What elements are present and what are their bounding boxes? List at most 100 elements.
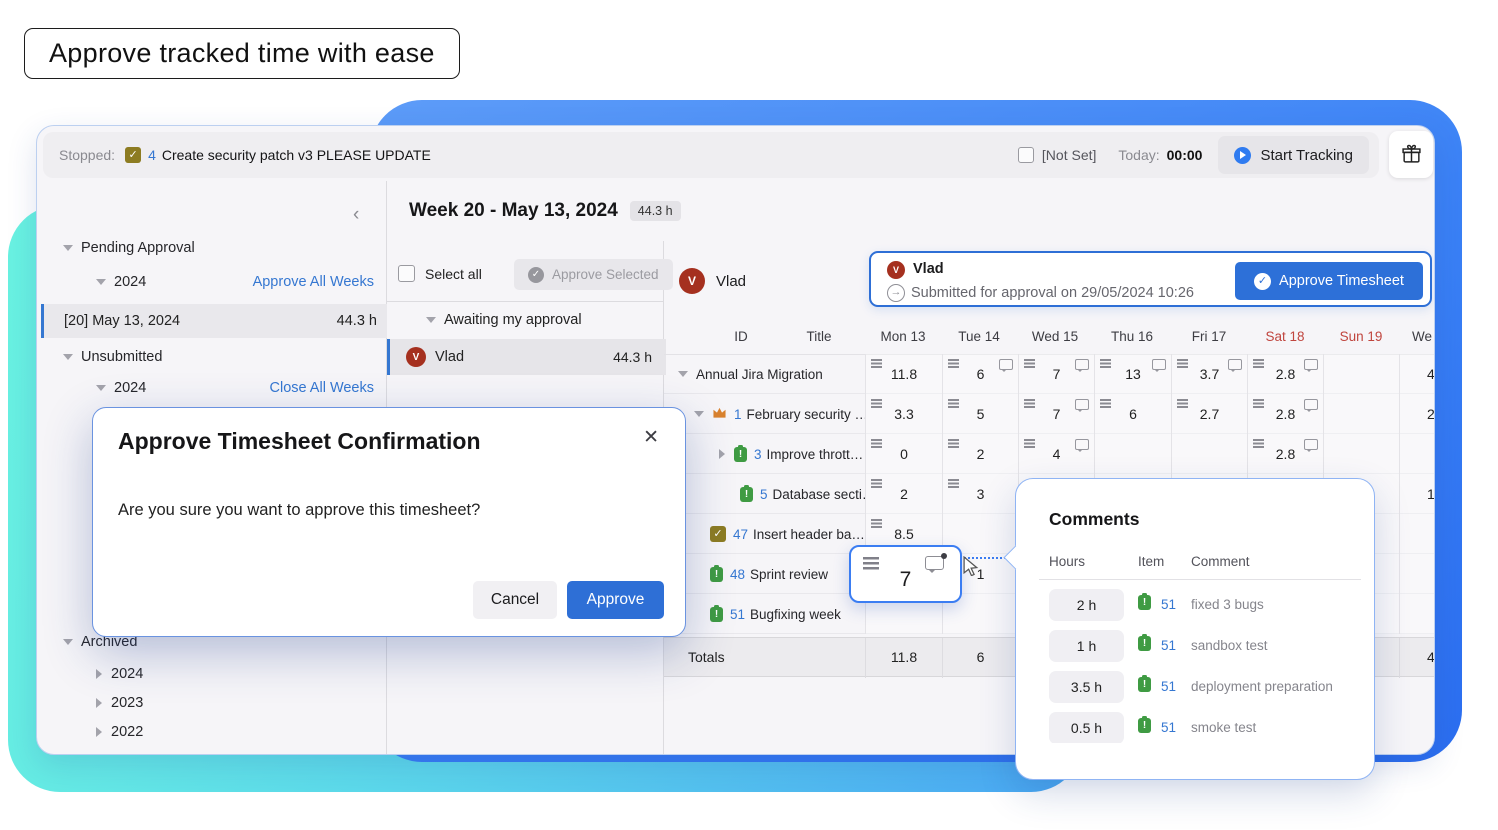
day-cell[interactable]: 2 <box>865 474 942 514</box>
approve-button[interactable]: Approve <box>567 581 664 619</box>
gift-button[interactable] <box>1389 131 1433 178</box>
day-cell[interactable]: 2 <box>942 434 1018 474</box>
row-label[interactable]: Annual Jira Migration <box>664 354 865 394</box>
sidebar-item-pending-2024[interactable]: 2024 Approve All Weeks <box>96 272 374 292</box>
day-cell[interactable]: 2.8 <box>1247 354 1323 394</box>
day-cell[interactable]: 2.8 <box>1247 434 1323 474</box>
year-label: 2023 <box>111 695 143 711</box>
sidebar-year-item[interactable]: 2023 <box>96 693 143 713</box>
aggregate-icon <box>871 479 882 488</box>
day-cell[interactable] <box>1323 354 1399 394</box>
sidebar-item-selected-week[interactable]: [20] May 13, 2024 44.3 h <box>41 304 387 338</box>
play-icon <box>1234 147 1251 164</box>
week-total-cell <box>1399 594 1434 634</box>
item-link[interactable]: 51 <box>1161 638 1176 653</box>
day-cell[interactable]: 6 <box>942 354 1018 394</box>
chevron-down-icon[interactable] <box>96 385 106 391</box>
chevron-down-icon[interactable] <box>63 245 73 251</box>
day-cell[interactable]: 6 <box>1094 394 1171 434</box>
issue-id-link[interactable]: 5 <box>760 487 768 502</box>
task-title[interactable]: Create security patch v3 PLEASE UPDATE <box>162 147 431 163</box>
approve-selected-button[interactable]: ✓ Approve Selected <box>514 259 673 290</box>
day-cell[interactable]: 3.3 <box>865 394 942 434</box>
day-cell[interactable]: 7 <box>1018 394 1094 434</box>
day-cell[interactable] <box>1323 394 1399 434</box>
chevron-down-icon[interactable] <box>678 371 688 377</box>
chevron-down-icon[interactable] <box>96 279 106 285</box>
chevron-right-icon[interactable] <box>96 698 102 708</box>
item-link[interactable]: 51 <box>1161 720 1176 735</box>
today-label: Today: <box>1118 147 1159 163</box>
chevron-right-icon[interactable] <box>96 669 102 679</box>
not-set-checkbox[interactable] <box>1018 147 1034 163</box>
approve-selected-label: Approve Selected <box>552 267 659 282</box>
item-link[interactable]: 51 <box>1161 679 1176 694</box>
select-all-label: Select all <box>425 266 482 282</box>
middle-divider <box>387 301 663 302</box>
start-tracking-button[interactable]: Start Tracking <box>1218 136 1369 174</box>
day-cell[interactable]: 11.8 <box>865 354 942 394</box>
day-cell[interactable]: 2.8 <box>1247 394 1323 434</box>
approve-timesheet-button[interactable]: ✓ Approve Timesheet <box>1235 262 1423 300</box>
row-label[interactable]: ! 3 Improve thrott… <box>664 434 865 474</box>
day-cell[interactable]: 7 <box>1018 354 1094 394</box>
chevron-right-icon[interactable] <box>96 727 102 737</box>
row-title: Improve thrott… <box>767 447 864 462</box>
day-cell[interactable]: 4 <box>1018 434 1094 474</box>
week-item-label: [20] May 13, 2024 <box>64 313 180 329</box>
cancel-button[interactable]: Cancel <box>473 581 557 619</box>
checked-task-icon: ✓ <box>125 147 141 163</box>
approval-group-row[interactable]: Awaiting my approval <box>426 312 582 328</box>
chevron-right-icon[interactable] <box>719 449 725 459</box>
today-value: 00:00 <box>1167 147 1203 163</box>
sidebar-year-item[interactable]: 2022 <box>96 722 143 742</box>
hours-badge: 2 h <box>1049 589 1124 621</box>
collapse-sidebar-button[interactable]: ‹ <box>353 204 359 226</box>
row-label[interactable]: !5Database secti… <box>664 474 865 514</box>
task-icon: ! <box>740 487 753 502</box>
day-cell[interactable]: 3 <box>942 474 1018 514</box>
row-label[interactable]: !48Sprint review <box>664 554 865 594</box>
sidebar-group-unsubmitted[interactable]: Unsubmitted <box>63 347 162 367</box>
task-icon: ! <box>734 447 747 462</box>
aggregate-icon <box>1253 439 1264 448</box>
day-cell[interactable]: 13 <box>1094 354 1171 394</box>
day-cell[interactable]: 0 <box>865 434 942 474</box>
hovered-cell-popup[interactable]: 7 <box>849 545 962 603</box>
issue-id-link[interactable]: 48 <box>730 567 745 582</box>
sidebar-item-unsubmitted-2024[interactable]: 2024 Close All Weeks <box>96 378 374 398</box>
select-all-checkbox[interactable] <box>398 265 415 282</box>
sidebar-year-item[interactable]: 2024 <box>96 664 143 684</box>
day-cell[interactable]: 3.7 <box>1171 354 1247 394</box>
aggregate-icon <box>1024 359 1035 368</box>
sidebar-group-pending[interactable]: Pending Approval <box>63 238 195 258</box>
select-all-control[interactable]: Select all <box>398 265 482 282</box>
day-cell[interactable] <box>1094 434 1171 474</box>
chevron-down-icon[interactable] <box>63 354 73 360</box>
col-thu: Thu 16 <box>1092 319 1172 354</box>
chevron-down-icon[interactable] <box>63 639 73 645</box>
chevron-down-icon[interactable] <box>426 317 436 323</box>
day-cell[interactable] <box>1171 434 1247 474</box>
issue-id-link[interactable]: 1 <box>734 407 742 422</box>
approval-user-row[interactable]: V Vlad 44.3 h <box>387 339 666 375</box>
issue-id-link[interactable]: 47 <box>733 527 748 542</box>
issue-id-link[interactable]: 51 <box>730 607 745 622</box>
close-icon[interactable]: ✕ <box>643 426 659 449</box>
task-icon: ! <box>1138 718 1151 733</box>
day-cell[interactable]: 2.7 <box>1171 394 1247 434</box>
task-id-link[interactable]: 4 <box>148 147 156 163</box>
day-cell[interactable] <box>1323 434 1399 474</box>
col-wed: Wed 15 <box>1015 319 1095 354</box>
day-cell[interactable]: 5 <box>942 394 1018 434</box>
close-all-weeks-link[interactable]: Close All Weeks <box>270 380 375 396</box>
item-link[interactable]: 51 <box>1161 597 1176 612</box>
approve-all-weeks-link[interactable]: Approve All Weeks <box>253 274 374 290</box>
issue-id-link[interactable]: 3 <box>754 447 762 462</box>
row-label[interactable]: ✓47Insert header ba… <box>664 514 865 554</box>
week-total-cell: 2 <box>1399 394 1434 434</box>
week-item-hours: 44.3 h <box>337 313 377 329</box>
row-label[interactable]: !51Bugfixing week <box>664 594 865 634</box>
chevron-down-icon[interactable] <box>694 411 704 417</box>
row-label[interactable]: 1February security … <box>664 394 865 434</box>
